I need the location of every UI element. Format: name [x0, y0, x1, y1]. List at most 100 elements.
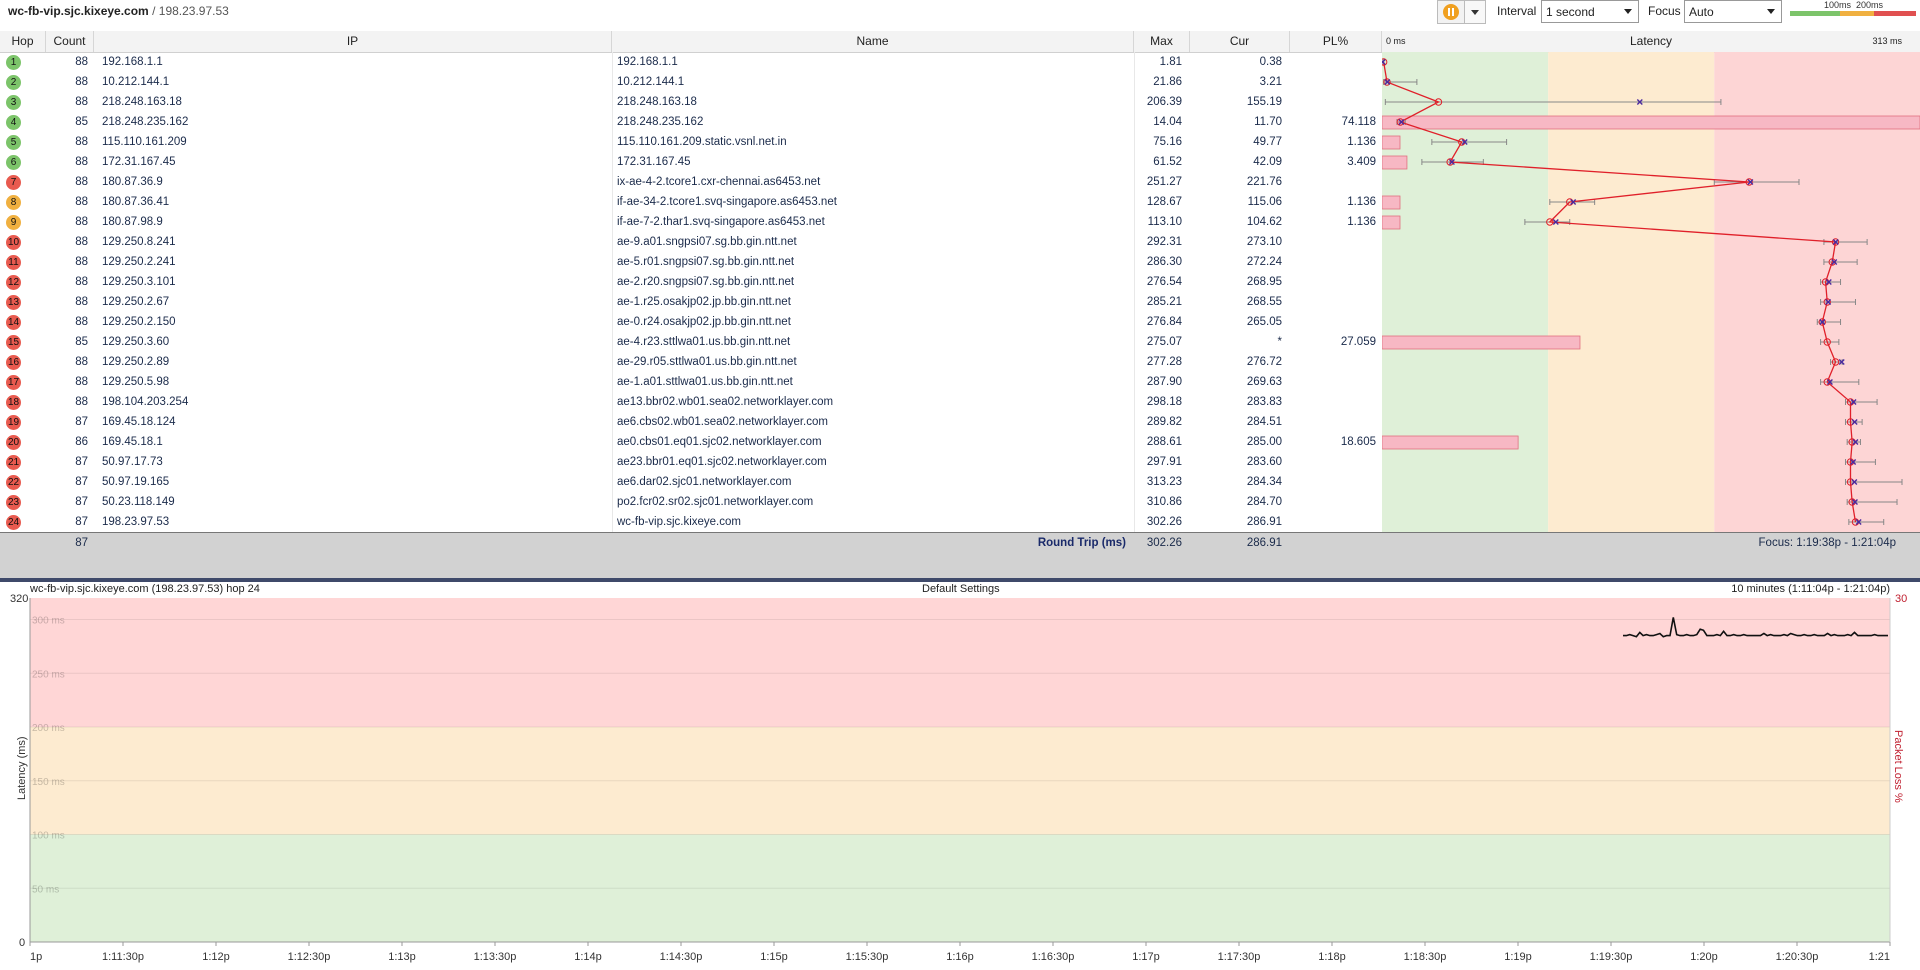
pause-dropdown-button[interactable] [1464, 0, 1486, 24]
hop-max: 298.18 [1146, 396, 1182, 408]
table-row[interactable]: 11 88 129.250.2.241 ae-5.r01.sngpsi07.sg.bb… [0, 252, 1380, 272]
hop-name: 218.248.163.18 [617, 96, 697, 108]
table-row[interactable]: 9 88 180.87.98.9 if-ae-7-2.thar1.svq-singap… [0, 212, 1380, 232]
hop-cur: 272.24 [1246, 256, 1282, 268]
table-row[interactable]: 24 87 198.23.97.53 wc-fb-vip.sjc.kixeye.com… [0, 512, 1380, 532]
hop-cur: * [1277, 336, 1282, 348]
band-label: 250 ms [32, 669, 65, 680]
pause-button[interactable] [1437, 0, 1465, 24]
band-label: 300 ms [32, 616, 65, 627]
col-pl[interactable]: PL% [1290, 31, 1382, 52]
table-row[interactable]: 1 88 192.168.1.1 192.168.1.1 1.81 0.38 [0, 52, 1380, 72]
hop-pl [1290, 452, 1376, 472]
table-row[interactable]: 14 88 129.250.2.150 ae-0.r24.osakjp02.jp.bb… [0, 312, 1380, 332]
pl-axis-label: Packet Loss % [1892, 730, 1904, 803]
hop-name: ae13.bbr02.wb01.sea02.networklayer.com [617, 396, 834, 408]
interval-select[interactable]: 1 second [1541, 0, 1639, 23]
table-row[interactable]: 4 85 218.248.235.162 218.248.235.162 14.04 11… [0, 112, 1380, 132]
hop-badge: 1 [6, 55, 21, 70]
hop-badge: 18 [6, 395, 21, 410]
table-row[interactable]: 23 87 50.23.118.149 po2.fcr02.sr02.sjc01.ne… [0, 492, 1380, 512]
table-row[interactable]: 17 88 129.250.5.98 ae-1.a01.sttlwa01.us.bb.… [0, 372, 1380, 392]
hop-pl [1290, 392, 1376, 412]
hop-count: 88 [75, 96, 88, 108]
hop-name: ae-9.a01.sngpsi07.sg.bb.gin.ntt.net [617, 236, 797, 248]
table-row[interactable]: 18 88 198.104.203.254 ae13.bbr02.wb01.sea02… [0, 392, 1380, 412]
table-row[interactable]: 10 88 129.250.8.241 ae-9.a01.sngpsi07.sg.bb… [0, 232, 1380, 252]
focus-select[interactable]: Auto [1684, 0, 1782, 23]
hop-count: 87 [75, 476, 88, 488]
hop-max: 276.54 [1146, 276, 1182, 288]
x-tick-label: 1:14p [574, 951, 602, 963]
hop-name: po2.fcr02.sr02.sjc01.networklayer.com [617, 496, 814, 508]
hop-pl [1290, 372, 1376, 392]
latency-hop-chart [1382, 52, 1920, 532]
x-tick-label: 1:18:30p [1404, 951, 1447, 963]
hop-ip: 169.45.18.1 [102, 436, 163, 448]
timeline-graph[interactable]: 300 ms 250 ms 200 ms 150 ms 100 ms 50 ms 320 0 3… [0, 582, 1920, 970]
hop-cur: 268.95 [1246, 276, 1282, 288]
hop-badge: 2 [6, 75, 21, 90]
packet-loss-bar [1382, 155, 1408, 170]
hop-pl: 1.136 [1347, 216, 1376, 228]
x-tick-label: 1:15p [760, 951, 788, 963]
x-tick-label: 1:21 [1869, 951, 1890, 963]
hop-count: 88 [75, 136, 88, 148]
table-row[interactable]: 12 88 129.250.3.101 ae-2.r20.sngpsi07.sg.bb… [0, 272, 1380, 292]
table-row[interactable]: 8 88 180.87.36.41 if-ae-34-2.tcore1.svq-sin… [0, 192, 1380, 212]
hop-ip: 129.250.2.150 [102, 316, 176, 328]
col-count[interactable]: Count [46, 31, 94, 52]
hop-pl: 18.605 [1340, 436, 1376, 448]
hop-max: 288.61 [1146, 436, 1182, 448]
table-row[interactable]: 16 88 129.250.2.89 ae-29.r05.sttlwa01.us.bb… [0, 352, 1380, 372]
table-row[interactable]: 19 87 169.45.18.124 ae6.cbs02.wb01.sea02.ne… [0, 412, 1380, 432]
hop-count: 88 [75, 156, 88, 168]
hop-max: 206.39 [1146, 96, 1182, 108]
hop-ip: 115.110.161.209 [102, 136, 187, 148]
table-row[interactable]: 22 87 50.97.19.165 ae6.dar02.sjc01.networkl… [0, 472, 1380, 492]
table-row[interactable]: 13 88 129.250.2.67 ae-1.r25.osakjp02.jp.bb.… [0, 292, 1380, 312]
col-latency[interactable]: 0 ms Latency 313 ms [1382, 31, 1920, 52]
hop-pl [1290, 72, 1376, 92]
hop-badge: 7 [6, 175, 21, 190]
table-row[interactable]: 3 88 218.248.163.18 218.248.163.18 206.39 155… [0, 92, 1380, 112]
table-row[interactable]: 2 88 10.212.144.1 10.212.144.1 21.86 3.21 [0, 72, 1380, 92]
table-row[interactable]: 21 87 50.97.17.73 ae23.bbr01.eq01.sjc02.net… [0, 452, 1380, 472]
col-cur[interactable]: Cur [1190, 31, 1290, 52]
col-ip[interactable]: IP [94, 31, 612, 52]
hop-pl [1290, 252, 1376, 272]
col-name[interactable]: Name [612, 31, 1134, 52]
table-row[interactable]: 6 88 172.31.167.45 172.31.167.45 61.52 42.09 3… [0, 152, 1380, 172]
latency-scale-legend: 100ms 200ms [1790, 0, 1916, 18]
table-row[interactable]: 20 86 169.45.18.1 ae0.cbs01.eq01.sjc02.netw… [0, 432, 1380, 452]
x-tick-label: 1:11:30p [102, 951, 144, 963]
hop-badge: 11 [6, 255, 21, 270]
hop-max: 277.28 [1146, 356, 1182, 368]
hop-count: 88 [75, 236, 88, 248]
table-row[interactable]: 15 85 129.250.3.60 ae-4.r23.sttlwa01.us.bb.… [0, 332, 1380, 352]
hop-pl [1290, 52, 1376, 72]
hop-pl [1290, 272, 1376, 292]
col-max[interactable]: Max [1134, 31, 1190, 52]
hop-max: 113.10 [1147, 216, 1182, 228]
hop-pl: 74.118 [1341, 116, 1376, 128]
hop-max: 292.31 [1146, 236, 1182, 248]
col-hop[interactable]: Hop [0, 31, 46, 52]
hop-badge: 14 [6, 315, 21, 330]
packet-loss-bar [1382, 435, 1519, 450]
summary-label: Round Trip (ms) [1037, 537, 1126, 549]
table-row[interactable]: 5 88 115.110.161.209 115.110.161.209.static… [0, 132, 1380, 152]
band-label: 100 ms [32, 831, 65, 842]
latency-max-label: 313 ms [1872, 36, 1902, 46]
hop-pl: 1.136 [1347, 136, 1376, 148]
hop-ip: 50.23.118.149 [102, 496, 175, 508]
table-row[interactable]: 7 88 180.87.36.9 ix-ae-4-2.tcore1.cxr-chenn… [0, 172, 1380, 192]
hop-count: 87 [75, 456, 88, 468]
hop-name: if-ae-7-2.thar1.svq-singapore.as6453.net [617, 216, 825, 228]
hop-cur: 284.51 [1246, 416, 1282, 428]
hop-count: 88 [75, 276, 88, 288]
hop-ip: 192.168.1.1 [102, 56, 163, 68]
hop-badge: 17 [6, 375, 21, 390]
interval-label: Interval [1497, 4, 1537, 18]
hop-pl: 3.409 [1347, 156, 1376, 168]
